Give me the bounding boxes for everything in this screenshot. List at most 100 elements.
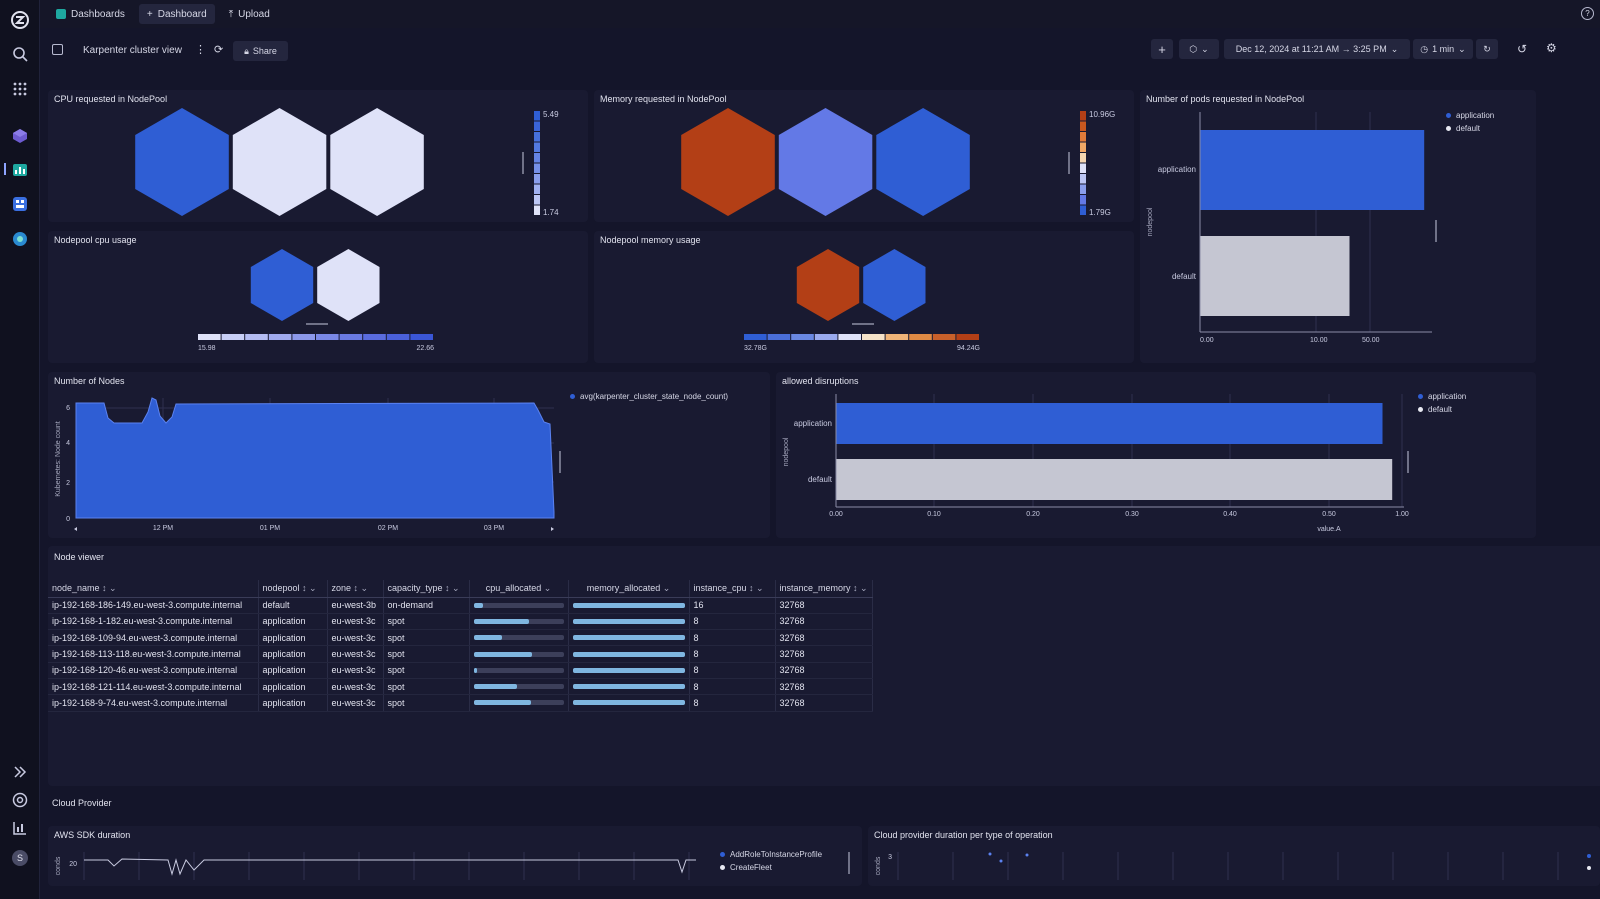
color-scale-step xyxy=(410,334,433,340)
cube-app-icon[interactable] xyxy=(10,126,30,146)
memory-requested-tile[interactable]: Memory requested in NodePool 10.96G 1.79… xyxy=(594,90,1134,222)
y-tick-label: 6 xyxy=(66,405,70,412)
pods-bar[interactable] xyxy=(1200,236,1350,316)
dashboards-app-icon[interactable] xyxy=(10,160,30,180)
refresh-interval-selector[interactable]: ◷ 1 min ⌄ xyxy=(1413,39,1473,59)
sort-chevron-icon[interactable]: ↕ ⌄ xyxy=(100,583,117,593)
number-of-nodes-tile[interactable]: Number of Nodes Kubernetes: Node count 6… xyxy=(48,372,770,538)
table-row[interactable]: ip-192-168-113-118.eu-west-3.compute.int… xyxy=(48,645,873,663)
help-icon[interactable]: ? xyxy=(1581,7,1594,20)
column-header-instance_cpu[interactable]: instance_cpu ↕ ⌄ xyxy=(689,580,776,598)
sort-chevron-icon[interactable]: ↕ ⌄ xyxy=(747,583,764,593)
cloud-op-duration-tile[interactable]: Cloud provider duration per type of oper… xyxy=(868,826,1600,886)
apps-grid-icon[interactable] xyxy=(10,79,30,99)
legend-item[interactable]: application xyxy=(1418,390,1466,403)
data-point[interactable] xyxy=(988,852,992,856)
legend-item[interactable]: application xyxy=(1446,109,1494,122)
column-header-capacity_type[interactable]: capacity_type ↕ ⌄ xyxy=(383,580,470,598)
color-scale-step xyxy=(534,111,540,121)
pods-bar[interactable] xyxy=(1200,130,1425,210)
expand-chevrons-icon[interactable] xyxy=(10,762,30,782)
cpu-requested-tile[interactable]: CPU requested in NodePool 5.49 1.74 xyxy=(48,90,588,222)
color-scale-step xyxy=(1080,142,1086,152)
chart-stats-icon[interactable] xyxy=(10,818,30,838)
sync-icon[interactable]: ⟳ xyxy=(214,43,223,56)
column-header-instance_memory[interactable]: instance_memory ↕ ⌄ xyxy=(775,580,873,598)
sort-chevron-icon[interactable]: ↕ ⌄ xyxy=(351,583,369,593)
table-row[interactable]: ip-192-168-186-149.eu-west-3.compute.int… xyxy=(48,597,873,614)
column-header-nodepool[interactable]: nodepool ↕ ⌄ xyxy=(258,580,328,598)
legend-item[interactable]: avg(karpenter_cluster_state_node_count) xyxy=(570,390,728,403)
share-button[interactable]: 🔒︎ Share xyxy=(233,41,288,61)
honeycomb-cell[interactable] xyxy=(232,108,327,216)
honeycomb-cell[interactable] xyxy=(863,249,926,321)
kubernetes-app-icon[interactable] xyxy=(10,229,30,249)
cpu-allocated-cell xyxy=(469,694,569,712)
table-row[interactable]: ip-192-168-1-182.eu-west-3.compute.inter… xyxy=(48,613,873,631)
sort-chevron-icon[interactable]: ↕ ⌄ xyxy=(300,583,317,593)
pods-requested-tile[interactable]: Number of pods requested in NodePool nod… xyxy=(1140,90,1536,363)
dashboard-title[interactable]: Karpenter cluster view xyxy=(83,45,182,56)
refresh-button[interactable]: ↻ xyxy=(1476,39,1498,59)
node-table[interactable]: node_name ↕ ⌄ nodepool ↕ ⌄ zone ↕ ⌄ capacit… xyxy=(48,580,873,712)
sidebar-toggle-icon[interactable] xyxy=(52,44,63,55)
honeycomb-cell[interactable] xyxy=(250,249,314,321)
honeycomb-cell[interactable] xyxy=(135,108,229,216)
allowed-disruptions-tile[interactable]: allowed disruptions nodepool application… xyxy=(776,372,1536,538)
scroll-left-icon[interactable] xyxy=(74,527,77,531)
nodepool-cpu-usage-tile[interactable]: Nodepool cpu usage 15.98 22.66 xyxy=(48,231,588,363)
honeycomb-cell[interactable] xyxy=(876,108,970,216)
column-header-cpu_allocated[interactable]: cpu_allocated ⌄ xyxy=(469,580,569,598)
logo-icon[interactable] xyxy=(10,10,30,30)
node-count-area[interactable] xyxy=(75,397,555,519)
settings-gear-icon[interactable]: ⚙ xyxy=(1546,41,1557,55)
data-point[interactable] xyxy=(999,859,1003,863)
honeycomb-cell[interactable] xyxy=(778,108,873,216)
node-table-wrap: node_name ↕ ⌄ nodepool ↕ ⌄ zone ↕ ⌄ capacit… xyxy=(48,580,873,712)
tab-dashboards[interactable]: Dashboards xyxy=(48,4,133,24)
scroll-right-icon[interactable] xyxy=(551,527,554,531)
tab-upload[interactable]: ⤒ Upload xyxy=(221,4,278,24)
legend-dot xyxy=(1418,407,1423,412)
honeycomb-cell[interactable] xyxy=(796,249,860,321)
color-scale-step xyxy=(1080,195,1086,205)
help-ring-icon[interactable] xyxy=(10,790,30,810)
x-tick-label: 10.00 xyxy=(1310,337,1328,344)
honeycomb-cell[interactable] xyxy=(317,249,380,321)
sort-chevron-icon[interactable]: ↕ ⌄ xyxy=(851,583,868,593)
honeycomb-cell[interactable] xyxy=(330,108,424,216)
legend-item[interactable]: default xyxy=(1418,403,1466,416)
more-options-icon[interactable]: ⋮ xyxy=(195,43,206,56)
table-row[interactable]: ip-192-168-121-114.eu-west-3.compute.int… xyxy=(48,678,873,696)
disruption-bar[interactable] xyxy=(836,403,1383,444)
add-tile-button[interactable]: + xyxy=(1151,39,1173,59)
table-row[interactable]: ip-192-168-109-94.eu-west-3.compute.inte… xyxy=(48,629,873,647)
legend-item[interactable]: CreateFleet xyxy=(720,861,822,874)
disruption-bar[interactable] xyxy=(836,459,1393,500)
cell-node_name: ip-192-168-9-74.eu-west-3.compute.intern… xyxy=(48,694,259,712)
column-header-node_name[interactable]: node_name ↕ ⌄ xyxy=(48,580,259,598)
column-header-zone[interactable]: zone ↕ ⌄ xyxy=(327,580,384,598)
timeframe-selector[interactable]: Dec 12, 2024 at 11:21 AM → 3:25 PM ⌄ xyxy=(1224,39,1410,59)
tab-dashboard[interactable]: + Dashboard xyxy=(138,4,215,24)
sort-chevron-icon[interactable]: ⌄ xyxy=(541,583,552,593)
nodepool-memory-usage-tile[interactable]: Nodepool memory usage 32.78G 94.24G xyxy=(594,231,1134,363)
sort-chevron-icon[interactable]: ↕ ⌄ xyxy=(443,583,460,593)
table-row[interactable]: ip-192-168-9-74.eu-west-3.compute.intern… xyxy=(48,694,873,712)
avatar[interactable]: S xyxy=(10,848,30,868)
legend-item[interactable]: AddRoleToInstanceProfile xyxy=(720,848,822,861)
sort-chevron-icon[interactable]: ⌄ xyxy=(660,583,671,593)
notebook-app-icon[interactable] xyxy=(10,194,30,214)
search-icon[interactable] xyxy=(10,44,30,64)
table-row[interactable]: ip-192-168-120-46.eu-west-3.compute.inte… xyxy=(48,662,873,679)
data-point[interactable] xyxy=(1025,853,1029,857)
aws-legend: AddRoleToInstanceProfile CreateFleet xyxy=(720,848,822,874)
aws-sdk-line[interactable] xyxy=(84,858,696,876)
legend-item[interactable]: default xyxy=(1446,122,1494,135)
column-header-memory_allocated[interactable]: memory_allocated ⌄ xyxy=(568,580,690,598)
legend-label: application xyxy=(1428,392,1467,401)
segment-filter-button[interactable]: ⬡ ⌄ xyxy=(1179,39,1219,59)
honeycomb-cell[interactable] xyxy=(681,108,775,216)
aws-sdk-duration-tile[interactable]: AWS SDK duration conds 20 AddRoleToInsta… xyxy=(48,826,862,886)
history-icon[interactable]: ↺ xyxy=(1517,42,1527,56)
